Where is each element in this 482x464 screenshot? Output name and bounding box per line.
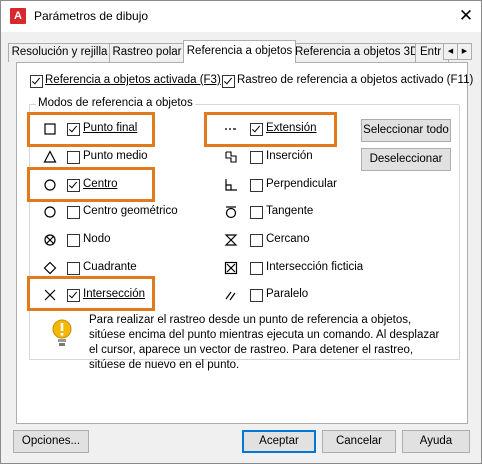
perpendicular-checkbox[interactable] bbox=[250, 179, 263, 192]
apparent-intersection-icon bbox=[224, 261, 238, 275]
triangle-icon bbox=[43, 150, 57, 163]
snap-modes-group-title: Modos de referencia a objetos bbox=[36, 97, 195, 109]
cancel-button[interactable]: Cancelar bbox=[322, 430, 396, 453]
tab-scroll-left-icon[interactable]: ◀ bbox=[443, 43, 458, 60]
osnap-on-checkbox[interactable] bbox=[30, 75, 43, 88]
node-icon bbox=[44, 234, 56, 246]
highlight-extension bbox=[204, 112, 337, 147]
osnap-on-label: Referencia a objetos activada (F3) bbox=[45, 74, 221, 86]
nearest-icon bbox=[224, 234, 238, 246]
tracking-on-checkbox[interactable] bbox=[222, 75, 235, 88]
help-button[interactable]: Ayuda bbox=[402, 430, 470, 453]
autocad-app-icon: A bbox=[10, 8, 26, 24]
quadrant-checkbox[interactable] bbox=[67, 262, 80, 275]
tab-snap-grid[interactable]: Resolución y rejilla bbox=[8, 43, 111, 62]
tangent-label: Tangente bbox=[266, 205, 314, 217]
tab-polar-tracking[interactable]: Rastreo polar bbox=[109, 43, 185, 62]
parallel-icon bbox=[225, 291, 236, 301]
quadrant-label: Cuadrante bbox=[83, 261, 137, 273]
accept-button[interactable]: Aceptar bbox=[242, 430, 316, 453]
apparent-intersection-label: Intersección ficticia bbox=[266, 261, 364, 273]
geometric-center-checkbox[interactable] bbox=[67, 206, 80, 219]
insertion-icon bbox=[225, 151, 237, 163]
window-title: Parámetros de dibujo bbox=[34, 9, 149, 23]
midpoint-label: Punto medio bbox=[83, 150, 148, 162]
title-bar: A Parámetros de dibujo ✕ bbox=[1, 1, 481, 32]
close-icon[interactable]: ✕ bbox=[456, 6, 476, 26]
perpendicular-label: Perpendicular bbox=[266, 178, 337, 190]
tab-3d-object-snap[interactable]: Referencia a objetos 3D bbox=[294, 43, 417, 62]
parallel-checkbox[interactable] bbox=[250, 289, 263, 302]
nearest-checkbox[interactable] bbox=[250, 234, 263, 247]
perpendicular-icon bbox=[225, 179, 237, 191]
highlight-intersection bbox=[27, 276, 155, 311]
nearest-label: Cercano bbox=[266, 233, 310, 245]
parallel-label: Paralelo bbox=[266, 288, 309, 300]
lightbulb-info-icon bbox=[52, 319, 72, 346]
node-checkbox[interactable] bbox=[67, 234, 80, 247]
tracking-on-label: Rastreo de referencia a objetos activado… bbox=[237, 74, 474, 86]
deselect-all-button[interactable]: Deseleccionar bbox=[361, 148, 451, 171]
select-all-button[interactable]: Seleccionar todo bbox=[361, 119, 451, 142]
dialog-window: A Parámetros de dibujo ✕ Resolución y re… bbox=[0, 0, 482, 464]
info-text: Para realizar el rastreo desde un punto … bbox=[89, 314, 440, 371]
midpoint-checkbox[interactable] bbox=[67, 151, 80, 164]
options-button[interactable]: Opciones... bbox=[13, 430, 89, 453]
tab-object-snap[interactable]: Referencia a objetos bbox=[183, 40, 296, 63]
apparent-intersection-checkbox[interactable] bbox=[250, 262, 263, 275]
geometric-center-label: Centro geométrico bbox=[83, 205, 178, 217]
circle-icon bbox=[44, 206, 56, 218]
tab-scroll-right-icon[interactable]: ▶ bbox=[457, 43, 472, 60]
diamond-icon bbox=[43, 261, 57, 275]
tangent-checkbox[interactable] bbox=[250, 206, 263, 219]
tangent-icon bbox=[225, 206, 237, 219]
highlight-center bbox=[27, 167, 155, 202]
node-label: Nodo bbox=[83, 233, 111, 245]
insertion-checkbox[interactable] bbox=[250, 151, 263, 164]
insertion-label: Inserción bbox=[266, 150, 313, 162]
highlight-endpoint bbox=[27, 112, 155, 147]
tab-strip: Resolución y rejilla Rastreo polar Refer… bbox=[1, 40, 481, 63]
